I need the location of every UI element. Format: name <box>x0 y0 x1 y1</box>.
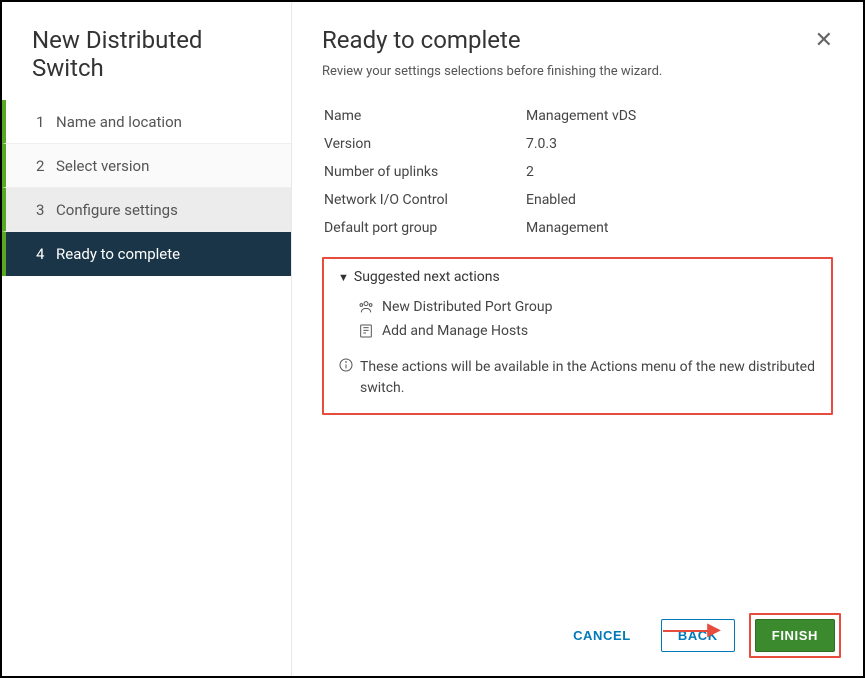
wizard-footer: CANCEL BACK FINISH ▶ <box>557 613 841 658</box>
row-uplinks: Number of uplinks 2 <box>324 159 831 185</box>
chevron-down-icon: ▼ <box>338 271 349 284</box>
page-title: Ready to complete <box>322 26 521 54</box>
suggested-actions-box: ▼ Suggested next actions New Distributed… <box>322 257 833 415</box>
value-uplinks: 2 <box>526 159 831 185</box>
step-number: 1 <box>36 113 56 131</box>
settings-summary: Name Management vDS Version 7.0.3 Number… <box>322 101 833 243</box>
close-icon[interactable]: ✕ <box>815 26 833 52</box>
step-number: 3 <box>36 201 56 219</box>
value-nioc: Enabled <box>526 187 831 213</box>
step-label: Select version <box>56 157 149 175</box>
wizard-main: Ready to complete ✕ Review your settings… <box>292 2 863 676</box>
row-version: Version 7.0.3 <box>324 131 831 157</box>
step-select-version[interactable]: 2 Select version <box>2 144 291 188</box>
step-number: 4 <box>36 245 56 263</box>
action-new-port-group: New Distributed Port Group <box>338 295 817 319</box>
info-icon <box>338 357 354 373</box>
row-name: Name Management vDS <box>324 103 831 129</box>
hosts-icon <box>358 323 374 339</box>
row-portgroup: Default port group Management <box>324 215 831 241</box>
row-nioc: Network I/O Control Enabled <box>324 187 831 213</box>
step-name-location[interactable]: 1 Name and location <box>2 100 291 144</box>
label-name: Name <box>324 103 524 129</box>
step-number: 2 <box>36 157 56 175</box>
step-label: Ready to complete <box>56 245 180 263</box>
value-portgroup: Management <box>526 215 831 241</box>
info-text: These actions will be available in the A… <box>360 357 817 399</box>
step-configure-settings[interactable]: 3 Configure settings <box>2 188 291 232</box>
finish-button[interactable]: FINISH <box>755 619 835 652</box>
label-nioc: Network I/O Control <box>324 187 524 213</box>
finish-highlight: FINISH <box>749 613 841 658</box>
label-uplinks: Number of uplinks <box>324 159 524 185</box>
page-subtitle: Review your settings selections before f… <box>322 64 833 79</box>
action-label: New Distributed Port Group <box>382 299 552 315</box>
action-manage-hosts: Add and Manage Hosts <box>338 319 817 343</box>
back-button[interactable]: BACK <box>661 619 735 652</box>
wizard-dialog: New Distributed Switch 1 Name and locati… <box>2 2 863 676</box>
label-version: Version <box>324 131 524 157</box>
suggested-header[interactable]: ▼ Suggested next actions <box>338 269 817 285</box>
value-version: 7.0.3 <box>526 131 831 157</box>
value-name: Management vDS <box>526 103 831 129</box>
main-header: Ready to complete ✕ <box>322 26 833 54</box>
suggested-header-label: Suggested next actions <box>354 269 500 285</box>
wizard-title: New Distributed Switch <box>2 26 291 100</box>
wizard-steps: 1 Name and location 2 Select version 3 C… <box>2 100 291 276</box>
step-label: Configure settings <box>56 201 178 219</box>
action-label: Add and Manage Hosts <box>382 323 528 339</box>
step-label: Name and location <box>56 113 182 131</box>
label-portgroup: Default port group <box>324 215 524 241</box>
cancel-button[interactable]: CANCEL <box>557 620 647 651</box>
step-ready-complete[interactable]: 4 Ready to complete <box>2 232 291 276</box>
port-group-icon <box>358 299 374 315</box>
suggested-info: These actions will be available in the A… <box>338 357 817 399</box>
wizard-sidebar: New Distributed Switch 1 Name and locati… <box>2 2 292 676</box>
